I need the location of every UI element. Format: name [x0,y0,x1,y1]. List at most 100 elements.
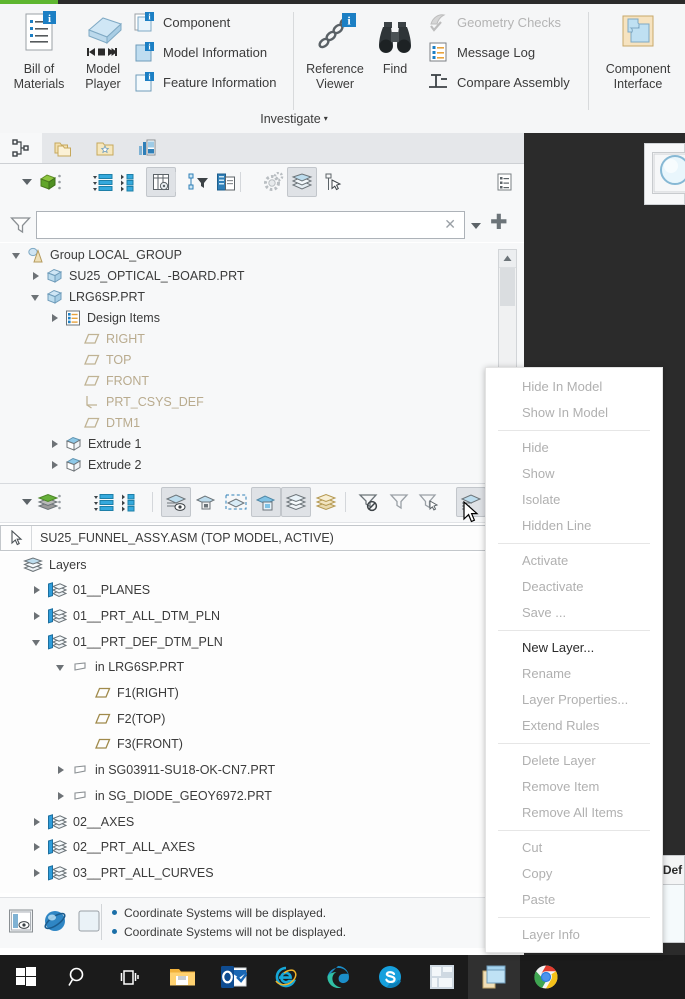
layer-expand-all[interactable] [88,487,118,517]
status-display-panel-icon[interactable] [8,908,34,937]
tree-overflow[interactable] [53,167,65,197]
chevron-right-icon[interactable] [32,585,42,595]
scroll-thumb[interactable] [500,268,515,306]
component-item[interactable]: i Component [132,7,230,37]
tree-columns[interactable] [146,167,176,197]
layer-properties[interactable] [456,487,486,517]
start-button[interactable] [0,955,52,999]
search-button[interactable] [52,955,104,999]
chevron-right-icon[interactable] [32,842,42,852]
chevron-right-icon[interactable] [32,611,42,621]
tree-item-right[interactable]: RIGHT [0,328,145,349]
chevron-right-icon[interactable] [56,791,66,801]
outlook-button[interactable] [208,955,260,999]
search-input[interactable] [37,212,442,238]
layer-filter-select[interactable] [414,487,444,517]
right-dock-tab[interactable]: Def [660,855,685,885]
find-button[interactable]: Find [368,10,422,77]
layer-show-all[interactable] [281,487,311,517]
tree-report[interactable] [489,167,519,197]
tree-item-prt-csys-def[interactable]: PRT_CSYS_DEF [0,391,204,412]
investigate-group-label[interactable]: Investigate ▾ [0,112,588,133]
collapse-all[interactable] [115,167,145,197]
layer-filter-clear[interactable] [384,487,414,517]
task-view-button[interactable] [104,955,156,999]
tree-item-group-local-group[interactable]: Group LOCAL_GROUP [0,244,182,265]
layer-new-layer[interactable] [221,487,251,517]
layer-save-status[interactable] [311,487,341,517]
layer-root-layers[interactable]: Layers [0,554,87,575]
layer-tree-toggle[interactable] [287,167,317,197]
funnel-icon[interactable] [10,216,31,237]
creo-button[interactable] [468,955,520,999]
layer-collapse-all[interactable] [116,487,146,517]
tab-layers-view[interactable] [126,133,168,163]
tree-item-design-items[interactable]: Design Items [0,307,160,328]
chevron-right-icon[interactable] [56,765,66,775]
layer-hide-item[interactable] [191,487,221,517]
status-spin-center-icon[interactable] [42,908,68,937]
layer-in-sg03911[interactable]: in SG03911-SU18-OK-CN7.PRT [0,760,275,781]
file-explorer-button[interactable] [156,955,208,999]
feature-information-item[interactable]: i Feature Information [132,67,276,97]
tree-item-dtm1[interactable]: DTM1 [0,412,140,433]
layer-03-prt-all-curves[interactable]: 03__PRT_ALL_CURVES [0,862,214,883]
tree-item-front[interactable]: FRONT [0,370,149,391]
clear-filter-icon[interactable]: ✕ [444,216,456,233]
chevron-right-icon[interactable] [31,271,41,281]
message-log-item[interactable]: Message Log [426,37,535,67]
tree-filter-input-wrap[interactable]: ✕ [36,211,465,239]
tab-model-tree[interactable] [0,133,42,163]
model-player-button[interactable]: Model Player [70,10,136,92]
layer-01-prt-def-dtm-pln[interactable]: 01__PRT_DEF_DTM_PLN [0,631,223,652]
magnifier-window[interactable] [652,152,685,194]
layer-context-menu[interactable]: Hide In Model Show In Model Hide Show Isolat… [485,367,663,953]
chevron-right-icon[interactable] [32,868,42,878]
layer-02-axes[interactable]: 02__AXES [0,811,134,832]
layer-f3-front[interactable]: F3(FRONT) [0,734,183,755]
geometry-checks-item[interactable]: Geometry Checks [426,7,561,37]
layer-isolate[interactable] [251,487,281,517]
chevron-right-icon[interactable] [50,313,60,323]
layer-overflow[interactable] [53,487,65,517]
tab-favorites[interactable] [84,133,126,163]
layer-01-planes[interactable]: 01__PLANES [0,580,150,601]
skype-button[interactable] [364,955,416,999]
tree-item-top[interactable]: TOP [0,349,131,370]
chevron-right-icon[interactable] [50,460,60,470]
filter-history-dropdown[interactable] [470,219,482,233]
chevron-down-icon[interactable] [12,250,22,260]
layer-tree[interactable]: Layers 01__PLANES 01__PRT_ALL_DTM_PLN 01__P… [0,553,490,893]
edge-button[interactable] [312,955,364,999]
layer-01-prt-all-dtm-pln[interactable]: 01__PRT_ALL_DTM_PLN [0,605,220,626]
tab-folder-browser[interactable] [42,133,84,163]
layer-filter-none[interactable] [354,487,384,517]
tree-item-extrude-2[interactable]: Extrude 2 [0,454,142,475]
ctx-new-layer[interactable]: New Layer... [486,635,662,661]
status-blank-icon[interactable] [76,908,102,937]
tree-filter[interactable] [183,167,213,197]
layer-display-status[interactable] [161,487,191,517]
tree-flag[interactable] [318,167,348,197]
model-information-item[interactable]: i Model Information [132,37,267,67]
compare-assembly-item[interactable]: Compare Assembly [426,67,570,97]
select-arrow-icon[interactable] [1,526,32,550]
chevron-right-icon[interactable] [32,817,42,827]
layer-f1-right[interactable]: F1(RIGHT) [0,683,179,704]
microsoft-store-button[interactable] [416,955,468,999]
layer-02-prt-all-axes[interactable]: 02__PRT_ALL_AXES [0,837,195,858]
chevron-right-icon[interactable] [50,439,60,449]
layer-f2-top[interactable]: F2(TOP) [0,708,165,729]
filter-add-button[interactable]: ✚ [490,212,508,233]
chevron-down-icon[interactable] [56,662,66,672]
tree-copy[interactable] [211,167,241,197]
tree-item-extrude-1[interactable]: Extrude 1 [0,433,142,454]
chevron-down-icon[interactable] [32,637,42,647]
tree-item-su25-optical-board[interactable]: SU25_OPTICAL_-BOARD.PRT [0,265,245,286]
model-tree[interactable]: Group LOCAL_GROUP SU25_OPTICAL_-BOARD.PRT… [0,243,524,483]
layer-in-lrg6sp[interactable]: in LRG6SP.PRT [0,657,184,678]
investigate-dropdown-arrow[interactable]: ▾ [324,114,328,123]
layer-in-sg-diode[interactable]: in SG_DIODE_GEOY6972.PRT [0,785,272,806]
layer-model-selector[interactable]: SU25_FUNNEL_ASSY.ASM (TOP MODEL, ACTIVE) [0,525,490,551]
chrome-button[interactable] [520,955,572,999]
